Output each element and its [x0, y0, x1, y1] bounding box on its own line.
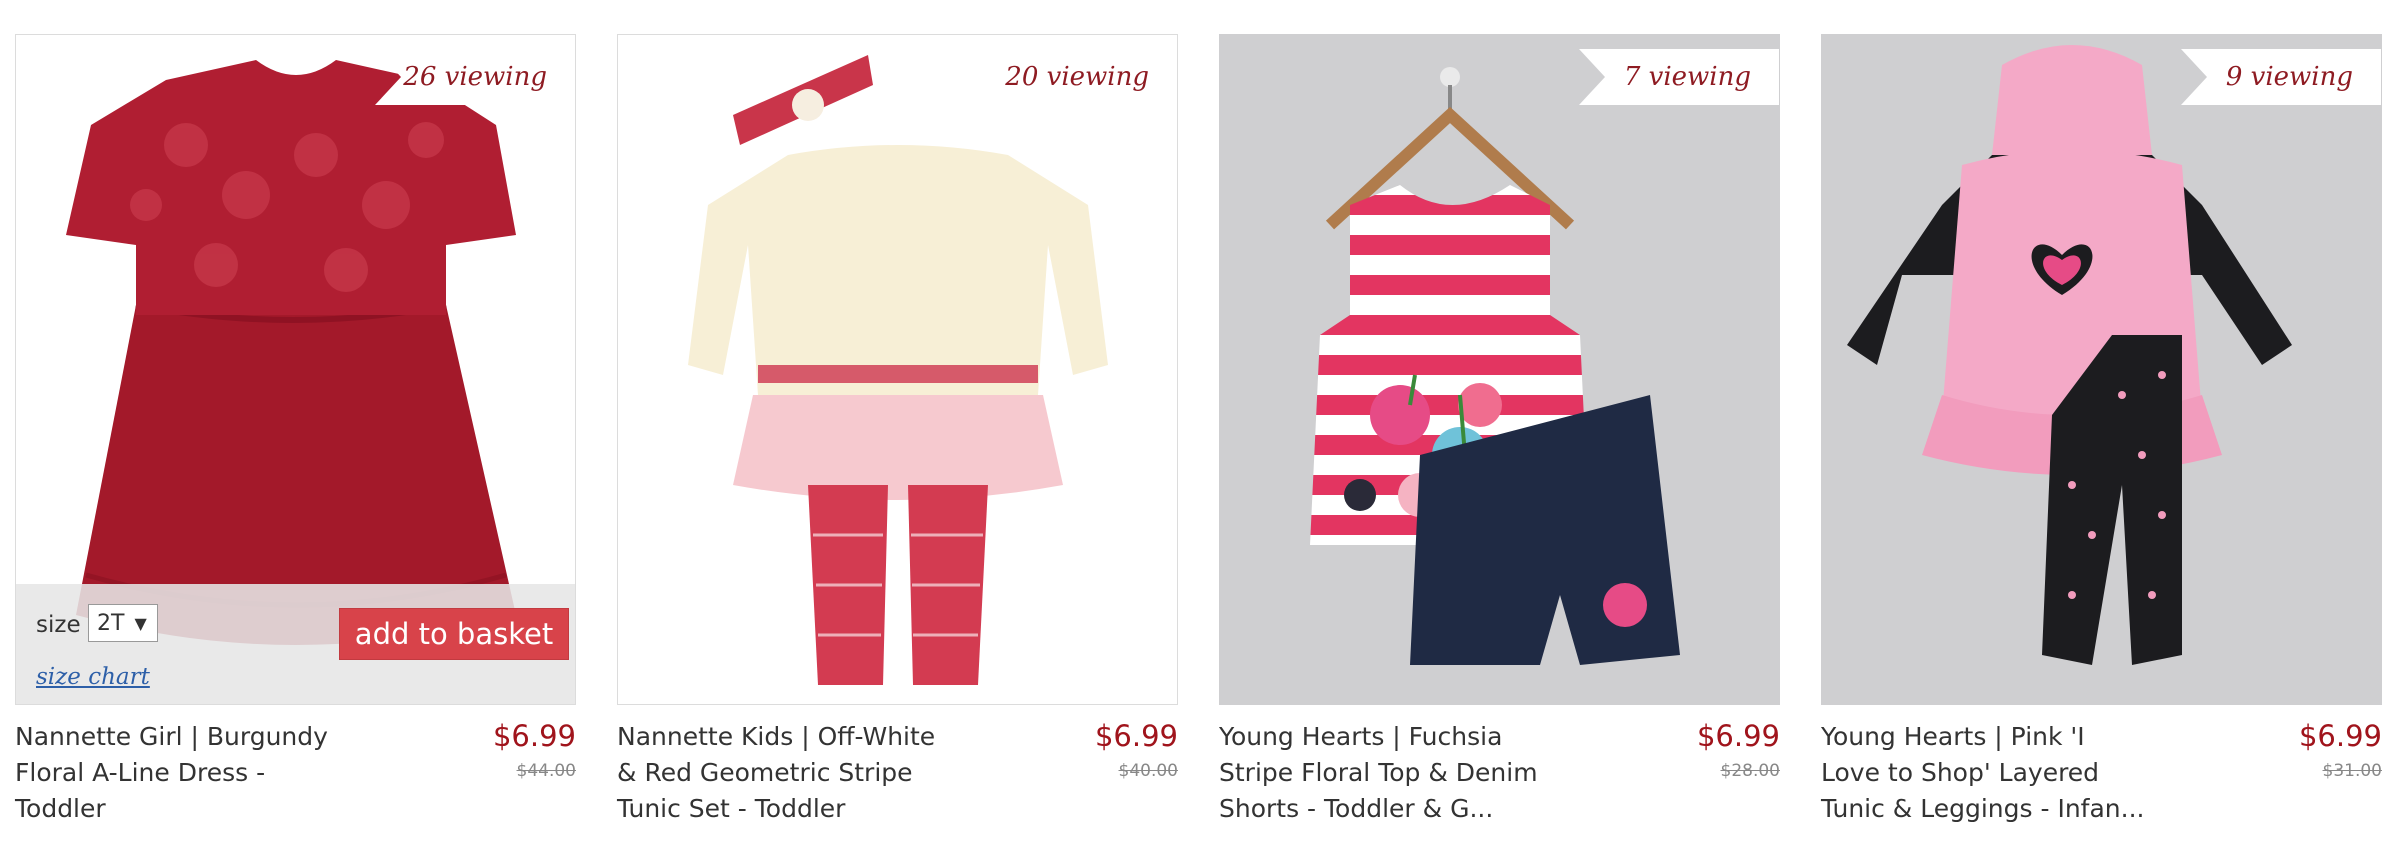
stripe-top-shorts-image	[1220, 35, 1779, 704]
product-grid: 26 viewing size 2T ▼ add to basket size …	[15, 34, 2382, 839]
product-card[interactable]: 26 viewing size 2T ▼ add to basket size …	[15, 34, 576, 839]
product-image[interactable]: 9 viewing	[1821, 34, 2382, 705]
product-info: Nannette Girl | Burgundy Floral A-Line D…	[15, 719, 576, 839]
product-price: $6.99	[2298, 719, 2382, 753]
chevron-down-icon: ▼	[134, 613, 147, 633]
viewing-badge: 9 viewing	[2181, 49, 2381, 105]
size-select-value: 2T	[97, 610, 125, 636]
product-price: $6.99	[1696, 719, 1780, 753]
original-price: $28.00	[1720, 761, 1780, 781]
product-card[interactable]: 7 viewing Young Hearts | Fuchsia Stripe …	[1219, 34, 1780, 839]
product-title[interactable]: Young Hearts | Pink 'I Love to Shop' Lay…	[1821, 719, 2151, 827]
product-info: Nannette Kids | Off-White & Red Geometri…	[617, 719, 1178, 839]
add-to-basket-button[interactable]: add to basket	[339, 608, 569, 660]
viewing-count: 26 viewing	[403, 62, 547, 92]
product-image[interactable]: 26 viewing size 2T ▼ add to basket size …	[15, 34, 576, 705]
size-label: size	[36, 612, 81, 638]
product-price: $6.99	[1094, 719, 1178, 753]
size-chart-link[interactable]: size chart	[36, 664, 150, 690]
quick-add-bar: size 2T ▼ add to basket size chart	[16, 584, 575, 704]
product-title[interactable]: Nannette Girl | Burgundy Floral A-Line D…	[15, 719, 345, 827]
viewing-count: 7 viewing	[1623, 62, 1751, 92]
product-card[interactable]: 20 viewing Nannette Kids | Off-White & R…	[617, 34, 1178, 839]
viewing-badge: 7 viewing	[1579, 49, 1779, 105]
original-price: $40.00	[1118, 761, 1178, 781]
viewing-count: 9 viewing	[2225, 62, 2353, 92]
tunic-set-image	[618, 35, 1177, 704]
original-price: $31.00	[2322, 761, 2382, 781]
product-price: $6.99	[492, 719, 576, 753]
size-select[interactable]: 2T ▼	[88, 604, 158, 642]
product-title[interactable]: Young Hearts | Fuchsia Stripe Floral Top…	[1219, 719, 1549, 827]
product-image[interactable]: 20 viewing	[617, 34, 1178, 705]
product-image[interactable]: 7 viewing	[1219, 34, 1780, 705]
viewing-count: 20 viewing	[1005, 62, 1149, 92]
pink-hoodie-leggings-image	[1822, 35, 2381, 704]
product-info: Young Hearts | Pink 'I Love to Shop' Lay…	[1821, 719, 2382, 839]
product-title[interactable]: Nannette Kids | Off-White & Red Geometri…	[617, 719, 947, 827]
viewing-badge: 20 viewing	[977, 49, 1177, 105]
viewing-badge: 26 viewing	[375, 49, 575, 105]
product-info: Young Hearts | Fuchsia Stripe Floral Top…	[1219, 719, 1780, 839]
product-card[interactable]: 9 viewing Young Hearts | Pink 'I Love to…	[1821, 34, 2382, 839]
original-price: $44.00	[516, 761, 576, 781]
